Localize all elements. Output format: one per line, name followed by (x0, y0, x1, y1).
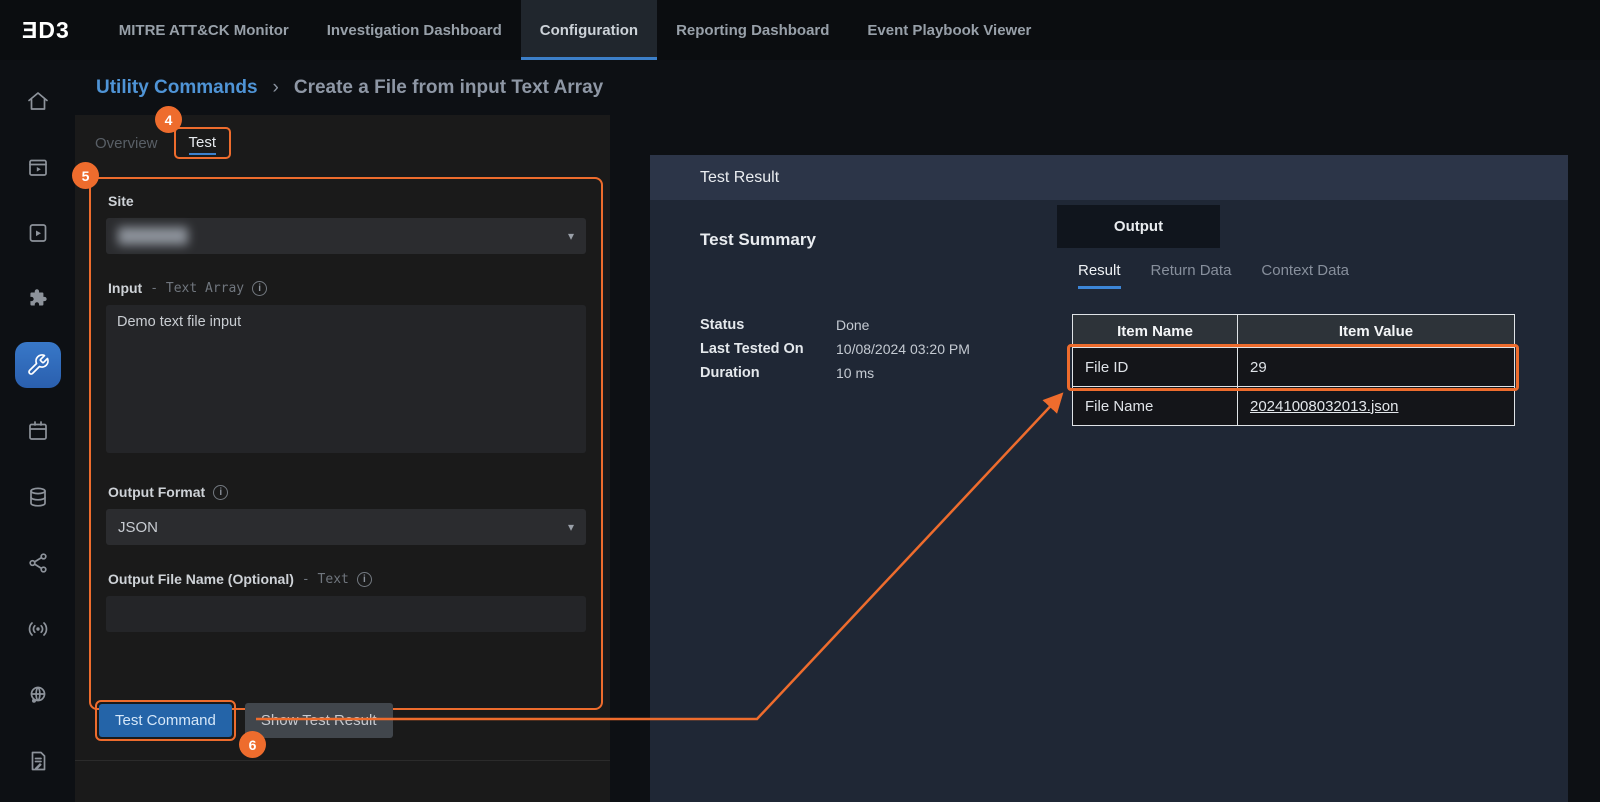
output-subtabs: Result Return Data Context Data (1078, 262, 1349, 289)
column-header-item-name: Item Name (1073, 315, 1238, 348)
output-format-dropdown[interactable]: JSON (106, 509, 586, 545)
result-table: Item Name Item Value File ID 29 File Nam… (1072, 314, 1515, 426)
command-test-panel: Overview Test Site Input - Text Array De… (75, 115, 610, 802)
input-label: Input (108, 280, 142, 296)
utility-commands-icon[interactable] (0, 332, 75, 398)
subtab-result[interactable]: Result (1078, 262, 1121, 289)
status-label: Status (700, 317, 836, 333)
last-tested-value: 10/08/2024 03:20 PM (836, 341, 970, 357)
breadcrumb: Utility Commands › Create a File from in… (0, 60, 1600, 115)
table-row-file-name-name: File Name (1073, 387, 1238, 426)
nav-configuration[interactable]: Configuration (521, 0, 657, 60)
report-edit-icon[interactable] (0, 728, 75, 794)
chevron-down-icon (568, 520, 574, 534)
site-dropdown[interactable] (106, 218, 586, 254)
file-name-link[interactable]: 20241008032013.json (1250, 398, 1398, 415)
duration-value: 10 ms (836, 365, 874, 381)
page-title: Create a File from input Text Array (294, 77, 603, 99)
info-icon[interactable] (213, 485, 228, 500)
output-file-name-label-row: Output File Name (Optional) - Text (108, 571, 586, 587)
test-command-button[interactable]: Test Command (99, 704, 232, 737)
summary-row: Status Done (700, 313, 970, 337)
output-file-name-input[interactable] (106, 596, 586, 632)
site-label-row: Site (108, 193, 586, 209)
output-file-name-label: Output File Name (Optional) (108, 571, 294, 587)
test-result-title: Test Result (700, 169, 779, 186)
step-badge-6: 6 (239, 731, 266, 758)
table-row-file-id-name: File ID (1073, 348, 1238, 387)
test-result-panel: Test Result Test Summary Status Done Las… (650, 155, 1568, 802)
nav-mitre-attack-monitor[interactable]: MITRE ATT&CK Monitor (100, 0, 308, 60)
step-badge-4: 4 (155, 106, 182, 133)
test-summary-title: Test Summary (700, 230, 816, 250)
column-header-item-value: Item Value (1238, 315, 1515, 348)
tab-test[interactable]: Test (189, 134, 217, 155)
active-tool-highlight (15, 342, 61, 388)
input-type-hint: - Text Array (150, 281, 244, 296)
top-nav: ƎD3 MITRE ATT&CK Monitor Investigation D… (0, 0, 1600, 60)
output-format-label: Output Format (108, 484, 205, 500)
playbook-icon[interactable] (0, 200, 75, 266)
panel-divider (75, 760, 610, 761)
globe-icon[interactable] (0, 662, 75, 728)
table-row-file-name-value: 20241008032013.json (1238, 387, 1515, 426)
output-format-value: JSON (118, 519, 158, 536)
site-value-redacted (118, 227, 188, 245)
schedule-icon[interactable] (0, 398, 75, 464)
summary-row: Last Tested On 10/08/2024 03:20 PM (700, 337, 970, 361)
integrations-icon[interactable] (0, 266, 75, 332)
nav-investigation-dashboard[interactable]: Investigation Dashboard (308, 0, 521, 60)
database-icon[interactable] (0, 464, 75, 530)
duration-label: Duration (700, 365, 836, 381)
info-icon[interactable] (252, 281, 267, 296)
summary-row: Duration 10 ms (700, 361, 970, 385)
icon-sidebar (0, 60, 75, 802)
tab-overview[interactable]: Overview (95, 135, 158, 152)
subtab-return-data[interactable]: Return Data (1151, 262, 1232, 289)
step-badge-5: 5 (72, 162, 99, 189)
monitor-play-icon[interactable] (0, 134, 75, 200)
subtab-context-data[interactable]: Context Data (1261, 262, 1349, 289)
event-broadcast-icon[interactable] (0, 596, 75, 662)
tab-output[interactable]: Output (1057, 205, 1220, 248)
input-textarea[interactable]: Demo text file input (106, 305, 586, 453)
home-icon[interactable] (0, 68, 75, 134)
input-label-row: Input - Text Array (108, 280, 586, 296)
test-result-header: Test Result (650, 155, 1568, 200)
table-row-file-id-value: 29 (1238, 348, 1515, 387)
d3-logo: ƎD3 (22, 17, 70, 44)
breadcrumb-utility-commands[interactable]: Utility Commands (96, 77, 258, 99)
site-label: Site (108, 193, 134, 209)
output-file-name-type-hint: - Text (302, 572, 349, 587)
chevron-down-icon (568, 229, 574, 243)
status-value: Done (836, 317, 869, 333)
nav-reporting-dashboard[interactable]: Reporting Dashboard (657, 0, 848, 60)
test-form-annotation-box: Site Input - Text Array Demo text file i… (89, 177, 603, 710)
info-icon[interactable] (357, 572, 372, 587)
tab-test-annotation-box[interactable]: Test (174, 127, 232, 159)
show-test-result-button[interactable]: Show Test Result (245, 703, 393, 738)
nav-event-playbook-viewer[interactable]: Event Playbook Viewer (848, 0, 1050, 60)
breadcrumb-separator: › (273, 77, 279, 99)
test-command-annotation-box: Test Command (95, 700, 236, 741)
output-format-label-row: Output Format (108, 484, 586, 500)
link-analysis-icon[interactable] (0, 530, 75, 596)
test-summary-rows: Status Done Last Tested On 10/08/2024 03… (700, 313, 970, 385)
last-tested-label: Last Tested On (700, 341, 836, 357)
